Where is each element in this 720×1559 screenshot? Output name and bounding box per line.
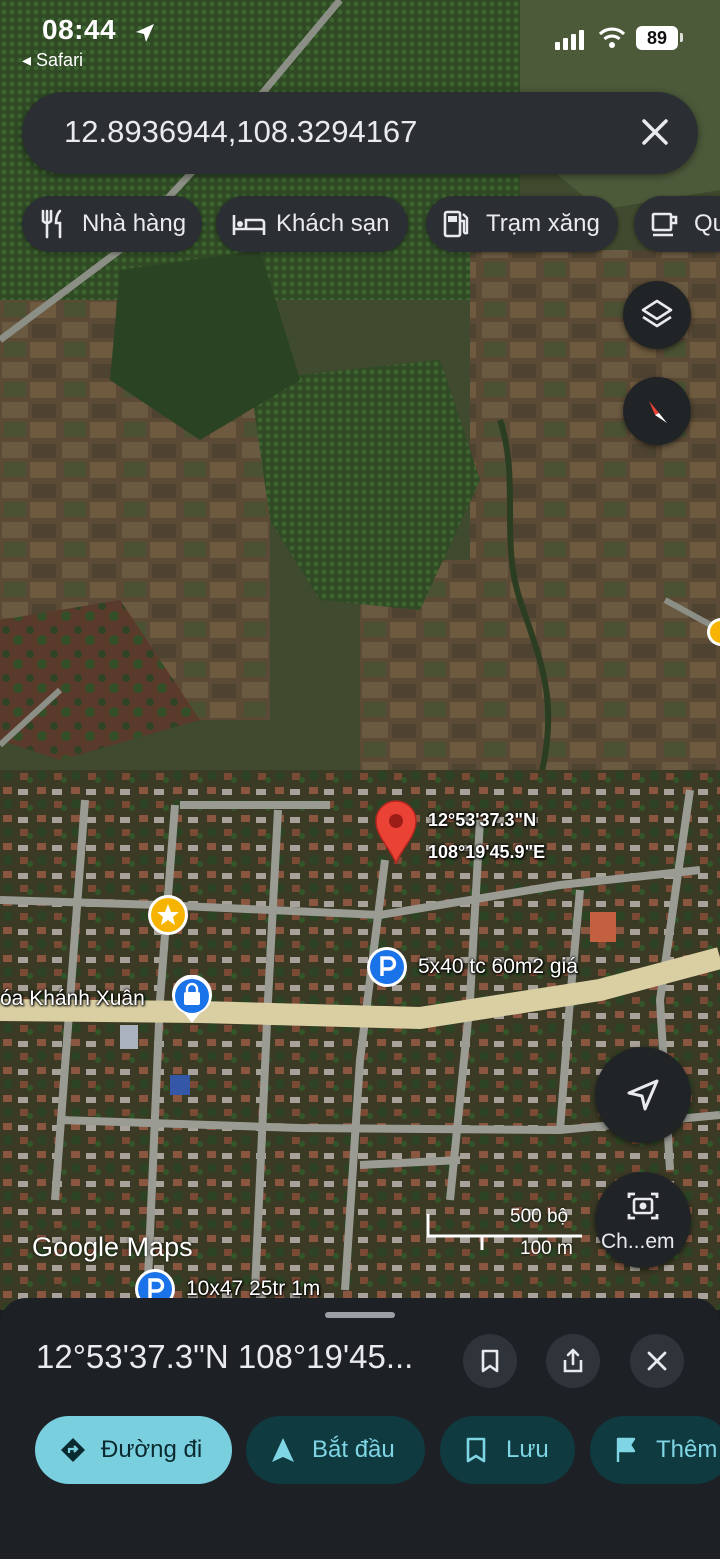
battery-tip [680, 33, 683, 42]
maps-screen: 08:44 ◂ Safari 89 12.8936944,108.3294167 [0, 0, 720, 1559]
place-title: 12°53'37.3"N 108°19'45... [36, 1338, 414, 1375]
layers-icon [641, 299, 673, 328]
shopping-bag-icon[interactable] [170, 975, 214, 1025]
status-time: 08:44 [42, 14, 117, 45]
chip-label: Trạm xăng [486, 210, 600, 237]
flag-icon [616, 1437, 636, 1462]
place-label-shop[interactable]: óa Khánh Xuân [0, 987, 145, 1011]
back-to-safari-link[interactable]: ◂ Safari [22, 50, 83, 71]
start-label: Bắt đầu [312, 1436, 395, 1463]
chip-label: Qu [694, 210, 720, 237]
search-query[interactable]: 12.8936944,108.3294167 [64, 114, 417, 150]
wifi-icon [598, 27, 626, 48]
chip-gas-stations[interactable]: Trạm xăng [426, 196, 618, 252]
chip-hotels[interactable]: Khách sạn [216, 196, 408, 252]
my-location-button[interactable] [595, 1047, 691, 1143]
map-scale: 500 bộ 100 m [425, 1206, 585, 1262]
gas-station-icon [443, 210, 469, 238]
chip-label: Nhà hàng [82, 210, 187, 237]
location-arrow-icon [136, 24, 154, 42]
place-bottom-sheet: 12°53'37.3"N 108°19'45... Đường đi Bắt đ… [0, 1298, 720, 1559]
save-button[interactable] [463, 1334, 517, 1388]
chip-cafes[interactable]: Qu [634, 196, 720, 252]
add-label-text: Thêm [656, 1436, 718, 1463]
bookmark-icon [481, 1349, 499, 1373]
camera-label: Ch...em [601, 1230, 675, 1253]
save-action-button[interactable]: Lưu [440, 1416, 575, 1484]
category-chips: Nhà hàng Khách sạn Trạm xăng Qu [22, 196, 720, 252]
pin-longitude-label: 108°19'45.9"E [428, 842, 546, 862]
hotel-icon [232, 215, 266, 235]
battery-level: 89 [636, 26, 678, 50]
cellular-signal-icon [555, 30, 584, 50]
place-marker-edge[interactable] [706, 616, 720, 652]
restaurant-icon [41, 209, 62, 239]
status-bar: 08:44 ◂ Safari 89 [0, 10, 720, 74]
location-arrow-icon [627, 1079, 659, 1111]
pin-latitude-label: 12°53'37.3"N [428, 810, 537, 830]
scale-feet: 500 bộ [510, 1206, 569, 1227]
chip-restaurants[interactable]: Nhà hàng [22, 196, 202, 252]
google-maps-logo: Google Maps [32, 1232, 193, 1262]
camera-icon [627, 1192, 659, 1220]
share-icon [563, 1348, 583, 1373]
compass-icon [649, 401, 667, 423]
parking-icon[interactable] [366, 946, 408, 988]
add-label-button[interactable]: Thêm [590, 1416, 720, 1484]
start-button[interactable]: Bắt đầu [246, 1416, 425, 1484]
camera-button[interactable]: Ch...em [595, 1172, 691, 1268]
clear-search-icon[interactable] [636, 113, 674, 151]
coffee-icon [651, 212, 678, 237]
dropped-pin-icon[interactable] [373, 799, 419, 865]
place-label-parking-1[interactable]: 5x40 tc 60m2 giá [418, 955, 578, 979]
directions-button[interactable]: Đường đi [35, 1416, 232, 1484]
compass-button[interactable] [623, 377, 691, 445]
layers-button[interactable] [623, 281, 691, 349]
chip-label: Khách sạn [276, 210, 390, 237]
bookmark-icon [466, 1437, 486, 1463]
directions-icon [61, 1438, 85, 1462]
close-sheet-button[interactable] [630, 1334, 684, 1388]
sheet-drag-handle[interactable] [325, 1312, 395, 1318]
save-label: Lưu [506, 1436, 549, 1463]
navigation-icon [272, 1438, 294, 1462]
close-icon [647, 1351, 667, 1371]
search-bar[interactable]: 12.8936944,108.3294167 [22, 92, 698, 174]
directions-label: Đường đi [101, 1436, 203, 1463]
share-button[interactable] [546, 1334, 600, 1388]
scale-meters: 100 m [520, 1238, 573, 1259]
saved-star-icon[interactable] [146, 893, 190, 937]
